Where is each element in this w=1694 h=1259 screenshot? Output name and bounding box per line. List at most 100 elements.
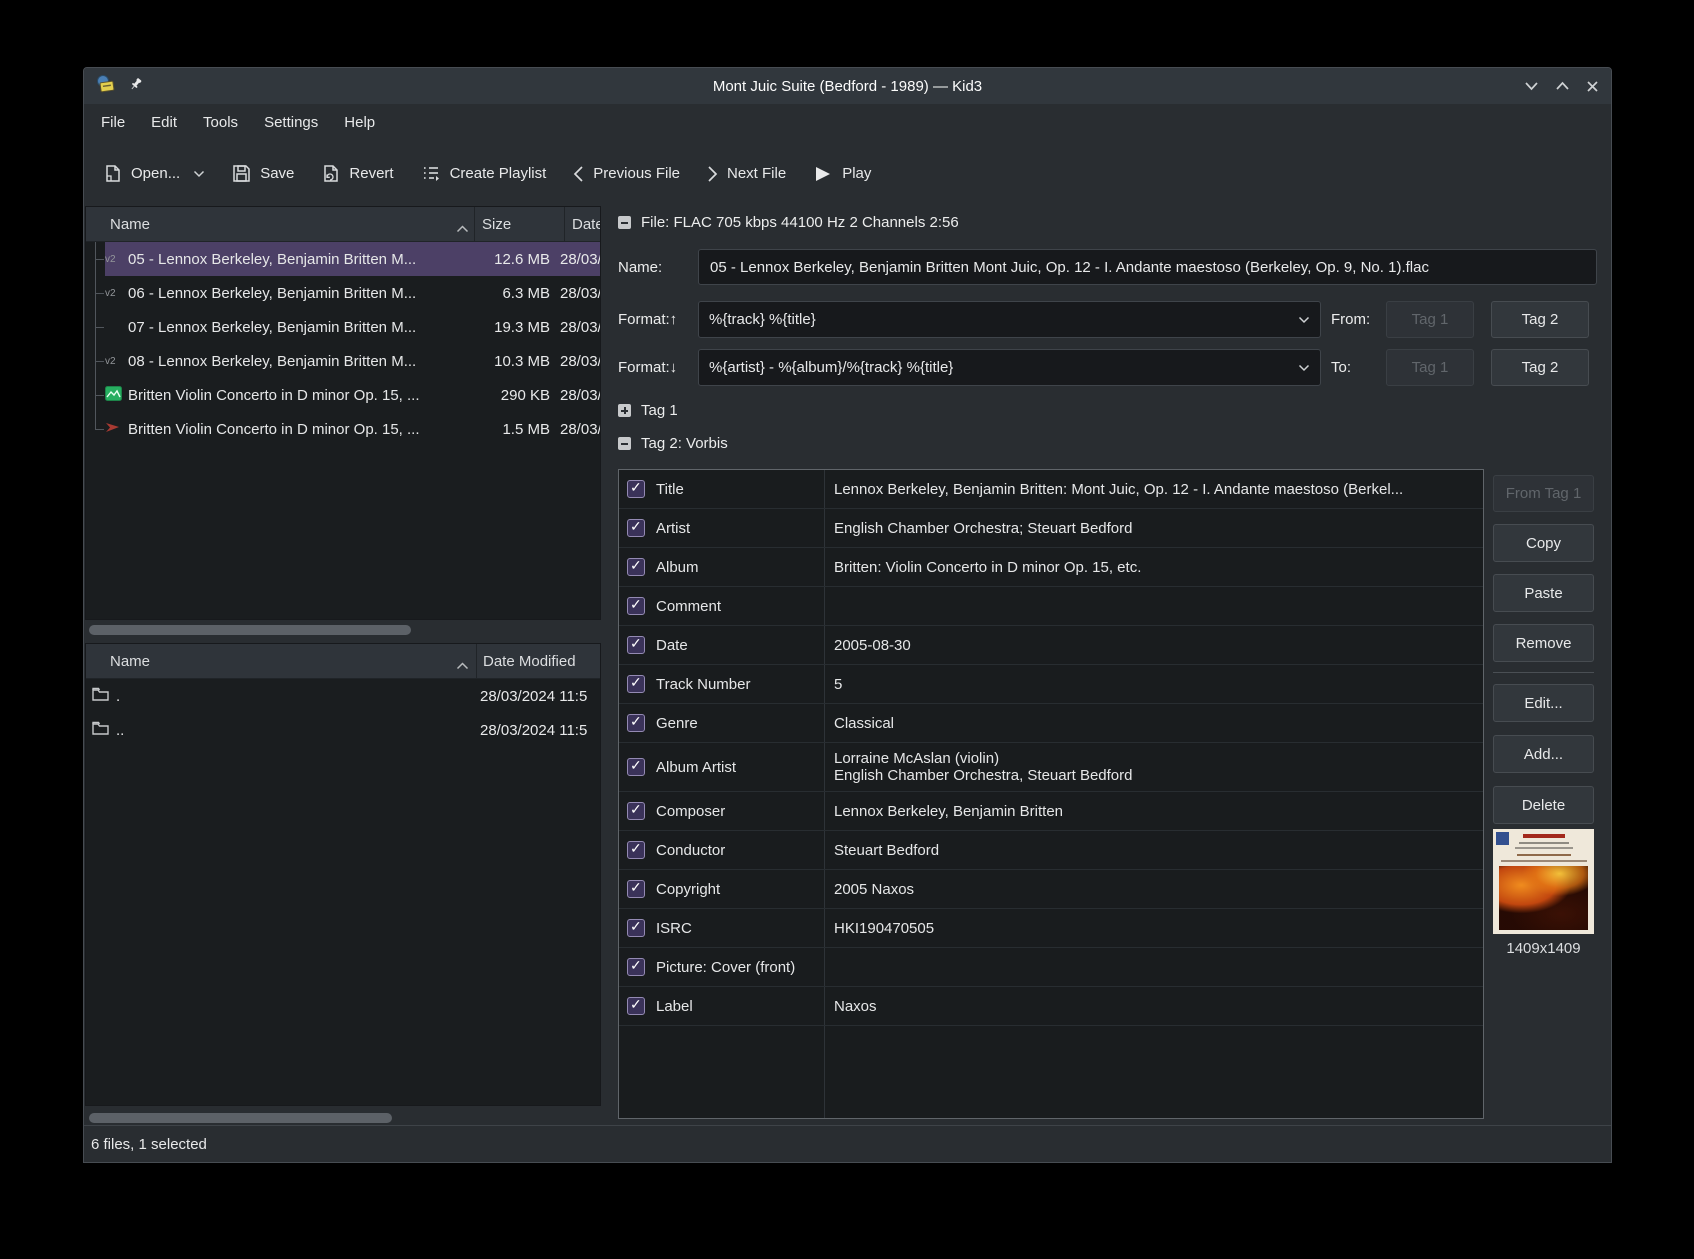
create-playlist-button[interactable]: Create Playlist xyxy=(421,164,547,183)
button-separator xyxy=(1493,672,1594,673)
filename-input[interactable] xyxy=(698,249,1597,285)
format-to-filename-combobox[interactable]: %{artist} - %{album}/%{track} %{title} xyxy=(698,349,1321,386)
folder-header-name[interactable]: Name xyxy=(86,653,474,670)
file-name: Britten Violin Concerto in D minor Op. 1… xyxy=(128,421,464,438)
field-checkbox[interactable] xyxy=(627,636,645,654)
from-tag1-button[interactable]: Tag 1 xyxy=(1386,301,1474,338)
field-checkbox[interactable] xyxy=(627,558,645,576)
collapse-icon[interactable] xyxy=(618,437,631,450)
create-playlist-label: Create Playlist xyxy=(450,165,547,182)
folder-header-date[interactable]: Date Modified xyxy=(474,653,600,670)
next-file-button[interactable]: Next File xyxy=(707,165,786,183)
field-checkbox[interactable] xyxy=(627,919,645,937)
field-checkbox[interactable] xyxy=(627,714,645,732)
format-from-filename-combobox[interactable]: %{track} %{title} xyxy=(698,301,1321,338)
create-playlist-icon xyxy=(421,164,441,183)
field-checkbox[interactable] xyxy=(627,675,645,693)
field-value[interactable]: English Chamber Orchestra; Steuart Bedfo… xyxy=(825,509,1483,547)
field-value[interactable]: Steuart Bedford xyxy=(825,831,1483,869)
format-up-label: Format:↑ xyxy=(618,301,677,338)
maximize-icon[interactable] xyxy=(1555,81,1570,91)
delete-button[interactable]: Delete xyxy=(1493,786,1594,824)
field-checkbox[interactable] xyxy=(627,480,645,498)
file-row[interactable]: Britten Violin Concerto in D minor Op. 1… xyxy=(86,378,600,412)
menu-settings[interactable]: Settings xyxy=(251,104,331,141)
save-button[interactable]: Save xyxy=(232,164,294,183)
open-button[interactable]: Open... xyxy=(103,164,205,183)
edit-button[interactable]: Edit... xyxy=(1493,684,1594,722)
folder-date: 28/03/2024 11:5 xyxy=(472,722,600,739)
id3v2-badge: v2 xyxy=(105,356,116,367)
field-value[interactable]: Naxos xyxy=(825,987,1483,1025)
minimize-icon[interactable] xyxy=(1524,81,1539,91)
expand-icon[interactable] xyxy=(618,404,631,417)
field-checkbox[interactable] xyxy=(627,519,645,537)
field-checkbox[interactable] xyxy=(627,802,645,820)
format-down-label: Format:↓ xyxy=(618,349,677,386)
file-header-size[interactable]: Size xyxy=(472,216,562,233)
file-row[interactable]: v2 08 - Lennox Berkeley, Benjamin Britte… xyxy=(86,344,600,378)
field-value[interactable]: Lorraine McAslan (violin) English Chambe… xyxy=(825,743,1483,791)
open-dropdown-icon[interactable] xyxy=(193,170,205,178)
field-value[interactable]: HKI190470505 xyxy=(825,909,1483,947)
collapse-icon[interactable] xyxy=(618,216,631,229)
add-button[interactable]: Add... xyxy=(1493,735,1594,773)
field-value[interactable]: Lennox Berkeley, Benjamin Britten: Mont … xyxy=(825,470,1483,508)
pin-icon[interactable] xyxy=(128,76,144,97)
file-name: 05 - Lennox Berkeley, Benjamin Britten M… xyxy=(128,251,464,268)
from-tag1-copy-button[interactable]: From Tag 1 xyxy=(1493,475,1594,512)
file-date: 28/03/2024 11:5 xyxy=(558,353,600,370)
file-row[interactable]: v2 05 - Lennox Berkeley, Benjamin Britte… xyxy=(86,242,600,276)
image-file-icon xyxy=(105,386,122,405)
menu-tools[interactable]: Tools xyxy=(190,104,251,141)
field-label: Comment xyxy=(656,598,721,615)
file-header-name[interactable]: Name xyxy=(86,216,472,233)
close-icon[interactable] xyxy=(1586,80,1599,93)
to-tag2-button[interactable]: Tag 2 xyxy=(1491,349,1589,386)
file-row[interactable]: Britten Violin Concerto in D minor Op. 1… xyxy=(86,412,600,446)
previous-file-button[interactable]: Previous File xyxy=(573,165,680,183)
field-value[interactable]: Classical xyxy=(825,704,1483,742)
field-value[interactable]: 5 xyxy=(825,665,1483,703)
field-value[interactable] xyxy=(825,948,1483,986)
file-size: 12.6 MB xyxy=(464,251,558,268)
file-date: 28/03/2024 11:5 xyxy=(558,387,600,404)
menu-file[interactable]: File xyxy=(88,104,138,141)
field-label: Copyright xyxy=(656,881,720,898)
menu-edit[interactable]: Edit xyxy=(138,104,190,141)
to-tag1-button[interactable]: Tag 1 xyxy=(1386,349,1474,386)
file-row[interactable]: v2 06 - Lennox Berkeley, Benjamin Britte… xyxy=(86,276,600,310)
folder-icon xyxy=(92,687,109,705)
file-date: 28/03/2024 11:5 xyxy=(558,285,600,302)
field-value[interactable]: Lennox Berkeley, Benjamin Britten xyxy=(825,792,1483,830)
field-value[interactable] xyxy=(825,587,1483,625)
scrollbar-thumb[interactable] xyxy=(89,1113,392,1123)
file-header-date[interactable]: Date Modified xyxy=(562,216,600,233)
table-row: Album Britten: Violin Concerto in D mino… xyxy=(619,548,1483,587)
field-checkbox[interactable] xyxy=(627,841,645,859)
field-value[interactable]: 2005 Naxos xyxy=(825,870,1483,908)
field-checkbox[interactable] xyxy=(627,880,645,898)
copy-button[interactable]: Copy xyxy=(1493,524,1594,562)
name-label: Name: xyxy=(618,249,662,285)
play-button[interactable]: Play xyxy=(813,165,871,183)
file-row[interactable]: 07 - Lennox Berkeley, Benjamin Britten M… xyxy=(86,310,600,344)
folder-row[interactable]: .. 28/03/2024 11:5 xyxy=(86,713,600,747)
revert-button[interactable]: Revert xyxy=(321,164,393,183)
field-value[interactable]: Britten: Violin Concerto in D minor Op. … xyxy=(825,548,1483,586)
field-checkbox[interactable] xyxy=(627,597,645,615)
field-checkbox[interactable] xyxy=(627,758,645,776)
field-checkbox[interactable] xyxy=(627,958,645,976)
file-name: 07 - Lennox Berkeley, Benjamin Britten M… xyxy=(128,319,464,336)
scrollbar-thumb[interactable] xyxy=(89,625,411,635)
field-checkbox[interactable] xyxy=(627,997,645,1015)
format-to-filename-value: %{artist} - %{album}/%{track} %{title} xyxy=(709,359,1298,376)
paste-button[interactable]: Paste xyxy=(1493,574,1594,612)
next-file-label: Next File xyxy=(727,165,786,182)
from-tag2-button[interactable]: Tag 2 xyxy=(1491,301,1589,338)
table-row: ISRC HKI190470505 xyxy=(619,909,1483,948)
menu-help[interactable]: Help xyxy=(331,104,388,141)
remove-button[interactable]: Remove xyxy=(1493,624,1594,662)
field-value[interactable]: 2005-08-30 xyxy=(825,626,1483,664)
folder-row[interactable]: . 28/03/2024 11:5 xyxy=(86,679,600,713)
